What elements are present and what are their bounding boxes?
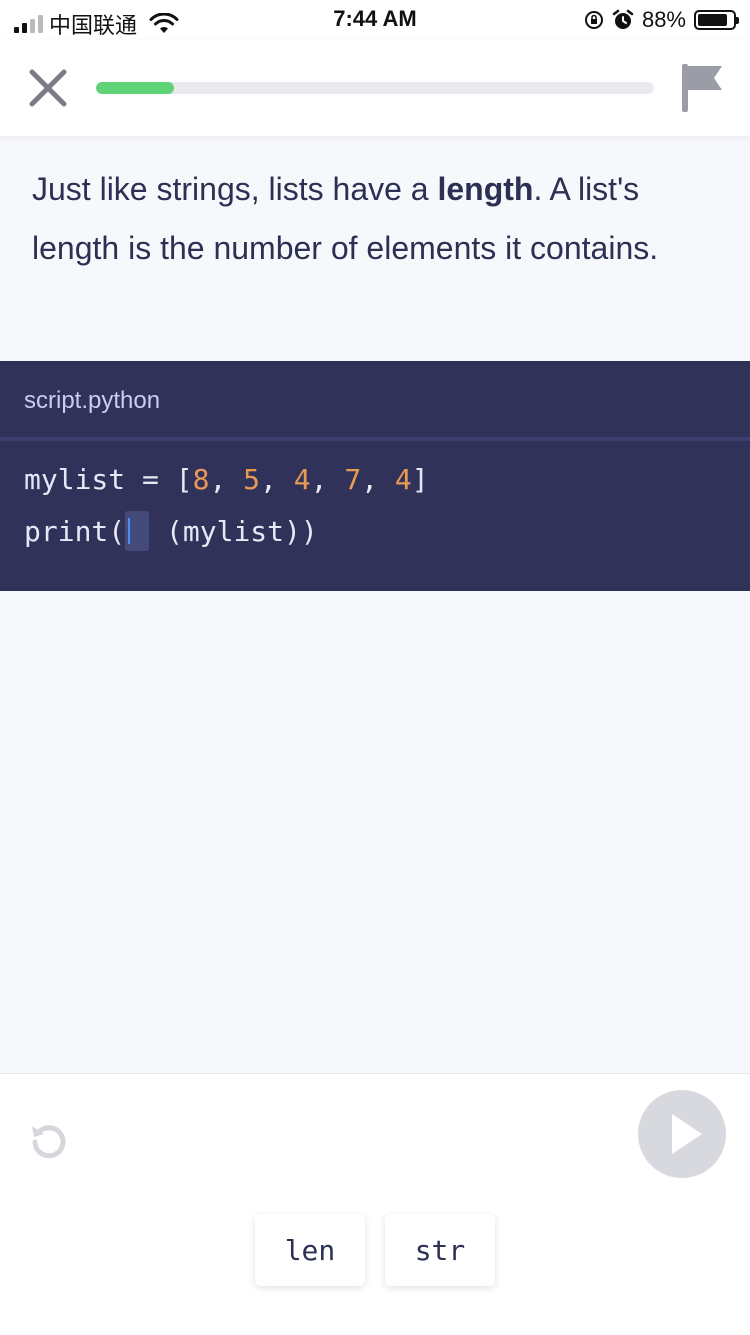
flag-icon[interactable] <box>680 62 724 114</box>
lesson-progress-bar <box>96 82 654 94</box>
reset-icon[interactable] <box>26 1120 70 1164</box>
code-token: print( <box>24 515 126 548</box>
code-token: , <box>361 463 395 496</box>
code-token: , <box>260 463 294 496</box>
code-editor: script.python mylist = [8, 5, 4, 7, 4] p… <box>0 361 750 591</box>
text-caret <box>128 518 131 544</box>
code-line: print( (mylist)) <box>24 511 318 551</box>
code-number: 8 <box>192 463 210 496</box>
answer-option-len[interactable]: len <box>255 1214 365 1286</box>
lesson-text-part: Just like strings, lists have a <box>32 171 438 207</box>
lesson-text: Just like strings, lists have a length. … <box>32 160 722 278</box>
answer-option-str[interactable]: str <box>385 1214 495 1286</box>
answer-tray: len str <box>0 1073 750 1335</box>
code-number: 5 <box>243 463 261 496</box>
alarm-icon <box>612 9 634 29</box>
run-button[interactable] <box>638 1090 726 1178</box>
code-number: 4 <box>394 463 412 496</box>
code-token: , <box>310 463 345 496</box>
battery-fill <box>698 14 728 26</box>
status-bar: 中国联通 7:44 AM 88% <box>0 0 750 40</box>
code-number: 4 <box>293 463 311 496</box>
close-icon[interactable] <box>28 68 68 108</box>
code-token: mylist = [ <box>24 463 193 496</box>
rotation-lock-icon <box>584 11 603 29</box>
play-icon <box>672 1114 702 1154</box>
code-blank-slot[interactable] <box>125 511 150 551</box>
code-token: , <box>209 463 244 496</box>
lesson-header <box>0 40 750 136</box>
code-divider <box>0 437 750 441</box>
code-filename: script.python <box>24 387 161 414</box>
code-token: ] <box>411 463 429 496</box>
code-number: 7 <box>344 463 362 496</box>
code-token: (mylist)) <box>149 515 318 548</box>
status-bar-right: 88% <box>584 7 739 33</box>
code-line: mylist = [8, 5, 4, 7, 4] <box>24 463 429 496</box>
battery-percent: 88% <box>641 7 686 32</box>
lesson-keyword: length <box>437 171 534 207</box>
lesson-progress-fill <box>96 82 175 94</box>
battery-icon <box>694 10 739 30</box>
